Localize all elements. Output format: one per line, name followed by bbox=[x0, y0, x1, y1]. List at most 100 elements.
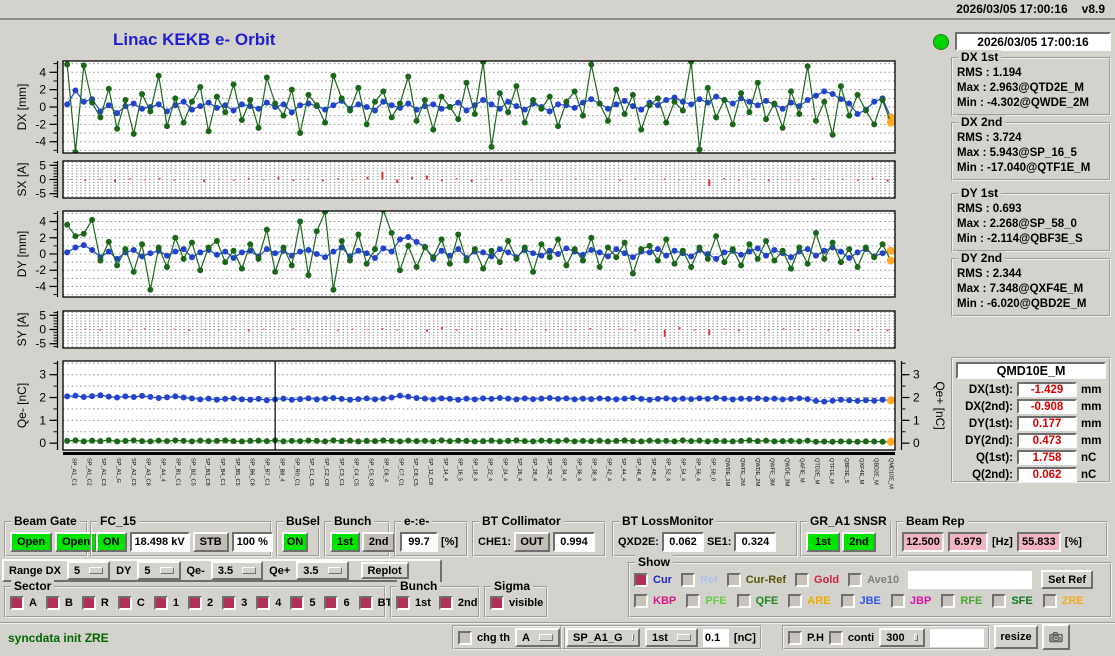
fc15-stb-button[interactable]: STB bbox=[192, 532, 229, 552]
gr-a1-2nd-button[interactable]: 2nd bbox=[842, 532, 876, 552]
checkbox-indicator bbox=[686, 594, 701, 608]
show-checkbox-qfe[interactable]: QFE bbox=[736, 594, 779, 608]
show-checkbox-sfe[interactable]: SFE bbox=[992, 594, 1033, 608]
chg-th-group: chg th A bbox=[452, 625, 566, 650]
sector-checkbox-bt[interactable]: BT bbox=[358, 596, 392, 610]
stat-max: Max : 5.943@SP_16_5 bbox=[957, 147, 1077, 159]
dropdown-indicator-icon bbox=[242, 567, 257, 574]
sigma-checkbox-label: visible bbox=[509, 597, 544, 609]
chg-th-checkbox[interactable]: chg th bbox=[458, 630, 510, 645]
stat-rms: RMS : 2.344 bbox=[957, 268, 1022, 280]
monitor-row-unit: mm bbox=[1081, 417, 1102, 430]
show-checkbox-label: Cur-Ref bbox=[745, 573, 787, 586]
q-y-tick-label-right: 1 bbox=[913, 413, 920, 427]
x-tick-label: SP_44_4 bbox=[620, 458, 626, 481]
sector-checkbox-c[interactable]: C bbox=[117, 596, 145, 610]
checkbox-indicator bbox=[736, 594, 751, 608]
dy-y-tick-label: -4 bbox=[35, 279, 46, 293]
che1-out-button[interactable]: OUT bbox=[514, 532, 551, 552]
chg-th-select[interactable]: A bbox=[515, 628, 560, 647]
show-checkbox-are[interactable]: ARE bbox=[788, 594, 831, 608]
show-checkbox-gold[interactable]: Gold bbox=[795, 572, 839, 587]
resize-button[interactable]: resize bbox=[994, 625, 1038, 649]
app-window: 2026/03/05 17:00:16 v8.9 Linac KEKB e- O… bbox=[0, 0, 1115, 656]
range-qem-select[interactable]: 3.5 bbox=[210, 561, 264, 580]
sector-checkbox-3[interactable]: 3 bbox=[222, 596, 247, 610]
bunch-2nd-button[interactable]: 2nd bbox=[361, 532, 396, 552]
dx-y-tick-label: -4 bbox=[35, 135, 46, 149]
x-tick-label: QBD2E_M bbox=[873, 458, 879, 485]
threshold-input[interactable] bbox=[702, 628, 729, 647]
show-checkbox-kbp[interactable]: KBP bbox=[634, 594, 676, 608]
stat-min: Min : -2.114@QBF3E_S bbox=[957, 233, 1083, 245]
show-checkbox-label: JBP bbox=[909, 595, 932, 607]
gr-a1-1st-button[interactable]: 1st bbox=[806, 532, 840, 552]
show-checkbox-ave10[interactable]: Ave10 bbox=[848, 572, 899, 587]
replot-button[interactable]: Replot bbox=[360, 562, 409, 579]
sp-select[interactable]: SP_A1_G bbox=[566, 628, 640, 647]
sy-y-tick-label: 5 bbox=[39, 308, 46, 322]
show-checkbox-label: ARE bbox=[807, 595, 831, 607]
show-checkbox-label: QFE bbox=[755, 595, 779, 607]
busel-on-button[interactable]: ON bbox=[282, 532, 308, 552]
set-ref-button[interactable]: Set Ref bbox=[1041, 570, 1094, 589]
extra-input[interactable] bbox=[930, 628, 985, 647]
bunch-select[interactable]: 1st bbox=[645, 628, 698, 647]
sector-checkbox-4[interactable]: 4 bbox=[256, 596, 281, 610]
sector-checkbox-1[interactable]: 1 bbox=[153, 596, 179, 610]
show-checkbox-rfe[interactable]: RFE bbox=[941, 594, 982, 608]
conti-checkbox[interactable]: conti bbox=[828, 630, 874, 645]
show-checkbox-label: RFE bbox=[960, 595, 983, 607]
beam-gate-open-button-1[interactable]: Open bbox=[10, 532, 53, 552]
monitor-panel: QMD10E_M DX(1st): -1.429 mm DX(2nd): -0.908 m… bbox=[951, 357, 1111, 483]
ph-checkbox[interactable]: P.H bbox=[788, 630, 824, 645]
points-select[interactable]: 300 bbox=[879, 628, 926, 647]
stat-min: Min : -17.040@QTF1E_M bbox=[957, 162, 1091, 174]
range-dy-select[interactable]: 5 bbox=[137, 561, 181, 580]
gr-a1-snsr-frame: GR_A1 SNSR 1st 2nd bbox=[800, 514, 892, 557]
sector-checkbox-b[interactable]: B bbox=[45, 596, 73, 610]
camera-button[interactable] bbox=[1042, 624, 1070, 650]
sector-checkbox-6[interactable]: 6 bbox=[324, 596, 350, 610]
sector-checkbox-r[interactable]: R bbox=[81, 596, 109, 610]
sigma-checkbox-visible[interactable]: visible bbox=[490, 596, 543, 610]
checkbox-indicator bbox=[840, 594, 855, 608]
checkbox-indicator bbox=[396, 596, 410, 610]
monitor-row-value: -1.429 bbox=[1017, 382, 1077, 397]
stat-frame-dy-2nd: DY 2nd RMS : 2.344 Max : 7.348@QXF4E_M Min… bbox=[951, 251, 1111, 317]
ref-name-input[interactable] bbox=[908, 570, 1033, 589]
monitor-row-label: DX(2nd): bbox=[965, 400, 1013, 413]
show-checkbox-cur[interactable]: Cur bbox=[634, 572, 672, 587]
fc15-on-button[interactable]: ON bbox=[96, 532, 127, 552]
show-checkbox-cur-ref[interactable]: Cur-Ref bbox=[726, 572, 787, 587]
stat-frame-title: DY 2nd bbox=[958, 251, 1006, 265]
monitor-row: DX(2nd): -0.908 mm bbox=[955, 399, 1107, 414]
beam-rep-value-2: 6.979 bbox=[948, 532, 988, 552]
x-tick-label: SP_58_0 bbox=[709, 458, 715, 481]
x-tick-label: QBF3E_S bbox=[843, 458, 849, 483]
sp-select-group: SP_A1_G 1st [nC] bbox=[560, 625, 762, 650]
bunch-1st-button[interactable]: 1st bbox=[330, 532, 360, 552]
bunch-checkbox-1st[interactable]: 1st bbox=[396, 596, 431, 610]
checkbox-indicator bbox=[788, 630, 802, 645]
show-checkbox-jbp[interactable]: JBP bbox=[890, 594, 932, 608]
show-checkbox-ref[interactable]: Ref bbox=[680, 572, 718, 587]
range-dx-select[interactable]: 5 bbox=[66, 561, 111, 580]
show-checkbox-zre[interactable]: ZRE bbox=[1042, 594, 1084, 608]
sector-checkbox-a[interactable]: A bbox=[10, 596, 37, 610]
sector-checkbox-2[interactable]: 2 bbox=[187, 596, 213, 610]
status-indicator-dot bbox=[933, 34, 949, 50]
x-tick-label: SP_C7_C1 bbox=[397, 458, 403, 486]
show-checkbox-pfe[interactable]: PFE bbox=[686, 594, 727, 608]
checkbox-indicator bbox=[10, 596, 24, 610]
ee-ratio-value: 99.7 bbox=[400, 532, 438, 552]
x-tick-label: SP_B1_C1 bbox=[174, 458, 180, 486]
bunch-checkbox-2nd[interactable]: 2nd bbox=[438, 596, 477, 610]
sx-y-tick-label: -5 bbox=[35, 187, 46, 201]
sector-checkbox-5[interactable]: 5 bbox=[290, 596, 315, 610]
checkbox-indicator bbox=[256, 596, 271, 610]
range-qep-select[interactable]: 3.5 bbox=[296, 561, 349, 580]
show-checkbox-jbe[interactable]: JBE bbox=[840, 594, 881, 608]
x-tick-label: QXF4E_M bbox=[858, 458, 864, 484]
titlebar-version: v8.9 bbox=[1081, 2, 1105, 16]
